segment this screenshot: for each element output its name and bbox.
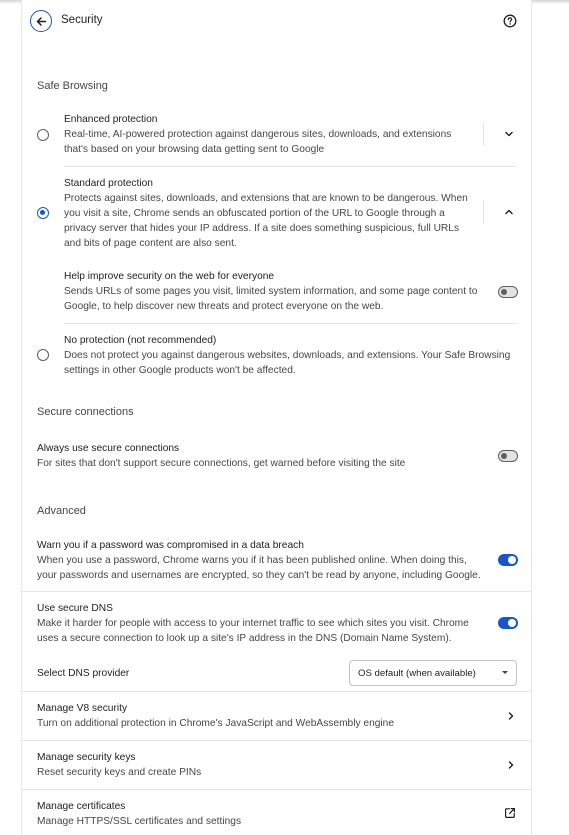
- no-protection-description: settings in other Google products won't …: [64, 365, 296, 376]
- expand-separator: [483, 122, 484, 146]
- help-improve-description: Sends URLs of some pages you visit, limi…: [64, 286, 478, 297]
- chevron-right-icon: [508, 761, 514, 769]
- v8-security-description: Turn on additional protection in Chrome'…: [37, 718, 394, 729]
- security-keys-label: Manage security keys: [37, 752, 136, 763]
- divider: [64, 166, 517, 167]
- advanced-heading: Advanced: [37, 505, 86, 517]
- dns-provider-value: OS default (when available): [358, 668, 476, 679]
- divider: [64, 323, 517, 324]
- standard-protection-label: Standard protection: [64, 178, 153, 189]
- no-protection-description: Does not protect you against dangerous w…: [64, 350, 511, 361]
- help-button[interactable]: [503, 14, 517, 28]
- arrow-back-icon: [36, 16, 46, 26]
- password-warning-toggle[interactable]: [498, 554, 518, 566]
- divider: [22, 591, 531, 592]
- help-improve-description: Google, to help discover new threats and…: [64, 301, 384, 312]
- enhanced-expand-button[interactable]: [503, 128, 515, 140]
- certificates-label: Manage certificates: [37, 801, 126, 812]
- dns-provider-label: Select DNS provider: [37, 668, 130, 679]
- help-improve-label: Help improve security on the web for eve…: [64, 271, 275, 282]
- standard-protection-description: and bits of page content are also sent.: [64, 238, 237, 249]
- always-secure-label: Always use secure connections: [37, 443, 180, 454]
- standard-protection-radio[interactable]: [37, 207, 49, 219]
- enhanced-protection-label: Enhanced protection: [64, 114, 158, 125]
- password-warning-description: your passwords and usernames are encrypt…: [37, 570, 481, 581]
- always-secure-description: For sites that don't support secure conn…: [37, 458, 406, 469]
- secure-dns-description: uses a secure connection to look up a si…: [37, 633, 452, 644]
- security-keys-row[interactable]: Manage security keys Reset security keys…: [22, 741, 531, 788]
- back-button[interactable]: [30, 10, 52, 32]
- standard-protection-description: privacy server that hides your IP addres…: [64, 223, 460, 234]
- standard-protection-description: you visit a site, Chrome sends an obfusc…: [64, 208, 445, 219]
- no-protection-radio[interactable]: [37, 349, 49, 361]
- secure-dns-toggle[interactable]: [498, 617, 518, 629]
- enhanced-protection-description: that's based on your browsing data getti…: [64, 144, 325, 155]
- safe-browsing-heading: Safe Browsing: [37, 80, 108, 92]
- always-secure-toggle[interactable]: [498, 450, 518, 462]
- help-improve-toggle[interactable]: [498, 286, 518, 298]
- chevron-down-icon: [505, 131, 513, 137]
- password-warning-description: When you use a password, Chrome warns yo…: [37, 555, 467, 566]
- security-settings-page: Security Safe Browsing Enhanced protecti…: [0, 0, 569, 835]
- password-warning-label: Warn you if a password was compromised i…: [37, 540, 304, 551]
- v8-security-row[interactable]: Manage V8 security Turn on additional pr…: [22, 692, 531, 739]
- chevron-up-icon: [505, 209, 513, 215]
- chevron-right-icon: [508, 712, 514, 720]
- no-protection-label: No protection (not recommended): [64, 335, 217, 346]
- dns-provider-select[interactable]: OS default (when available): [349, 660, 517, 686]
- enhanced-protection-radio[interactable]: [37, 129, 49, 141]
- certificates-description: Manage HTTPS/SSL certificates and settin…: [37, 816, 242, 827]
- security-keys-description: Reset security keys and create PINs: [37, 767, 202, 778]
- settings-card: Security Safe Browsing Enhanced protecti…: [21, 0, 532, 835]
- v8-security-label: Manage V8 security: [37, 703, 128, 714]
- certificates-row[interactable]: Manage certificates Manage HTTPS/SSL cer…: [22, 790, 531, 835]
- secure-dns-label: Use secure DNS: [37, 603, 113, 614]
- page-title: Security: [61, 14, 103, 26]
- dropdown-caret-icon: [502, 671, 508, 674]
- open-in-new-icon: [505, 808, 515, 818]
- expand-separator: [483, 200, 484, 224]
- secure-dns-description: Make it harder for people with access to…: [37, 618, 469, 629]
- standard-protection-description: Protects against sites, downloads, and e…: [64, 193, 468, 204]
- enhanced-protection-description: Real-time, AI-powered protection against…: [64, 129, 452, 140]
- secure-connections-heading: Secure connections: [37, 406, 134, 418]
- standard-collapse-button[interactable]: [503, 206, 515, 218]
- help-circle-icon: [503, 14, 517, 28]
